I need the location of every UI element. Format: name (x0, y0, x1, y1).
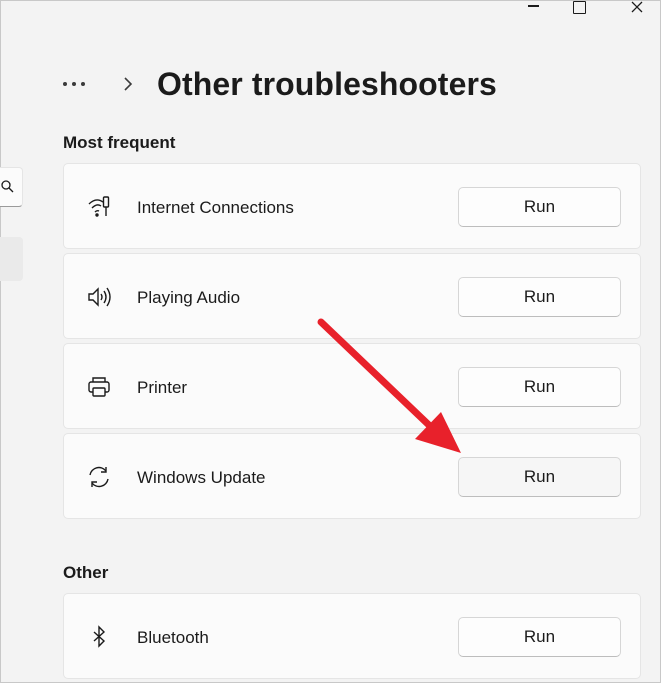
troubleshooter-label: Internet Connections (137, 198, 294, 217)
run-internet-connections-button[interactable]: Run (458, 187, 621, 227)
breadcrumb: Other troubleshooters (63, 59, 497, 109)
run-windows-update-button[interactable]: Run (458, 457, 621, 497)
sync-icon (86, 464, 112, 490)
troubleshooter-playing-audio: Playing Audio Run (63, 253, 641, 339)
run-bluetooth-button[interactable]: Run (458, 617, 621, 657)
troubleshooter-label: Bluetooth (137, 628, 209, 647)
printer-icon (86, 374, 112, 400)
maximize-button[interactable] (556, 1, 602, 21)
sidebar-item-selected[interactable] (0, 237, 23, 281)
more-icon[interactable] (63, 74, 97, 94)
troubleshooter-windows-update: Windows Update Run (63, 433, 641, 519)
section-most-frequent: Most frequent (63, 133, 176, 152)
troubleshooter-label: Windows Update (137, 468, 266, 487)
run-playing-audio-button[interactable]: Run (458, 277, 621, 317)
troubleshooter-internet-connections: Internet Connections Run (63, 163, 641, 249)
troubleshooter-bluetooth: Bluetooth Run (63, 593, 641, 679)
run-printer-button[interactable]: Run (458, 367, 621, 407)
bluetooth-icon (86, 624, 112, 650)
close-icon (631, 1, 643, 13)
chevron-right-icon (123, 74, 137, 94)
troubleshooter-printer: Printer Run (63, 343, 641, 429)
settings-window: Other troubleshooters Most frequent Inte… (0, 0, 661, 683)
wifi-icon (86, 194, 112, 220)
speaker-icon (86, 284, 112, 310)
section-other: Other (63, 563, 109, 582)
search-input[interactable] (0, 167, 23, 207)
search-icon (1, 180, 14, 193)
troubleshooter-label: Playing Audio (137, 288, 241, 307)
minimize-button[interactable] (510, 1, 556, 21)
troubleshooter-label: Printer (137, 378, 188, 397)
close-button[interactable] (614, 1, 660, 21)
page-title: Other troubleshooters (157, 65, 497, 102)
